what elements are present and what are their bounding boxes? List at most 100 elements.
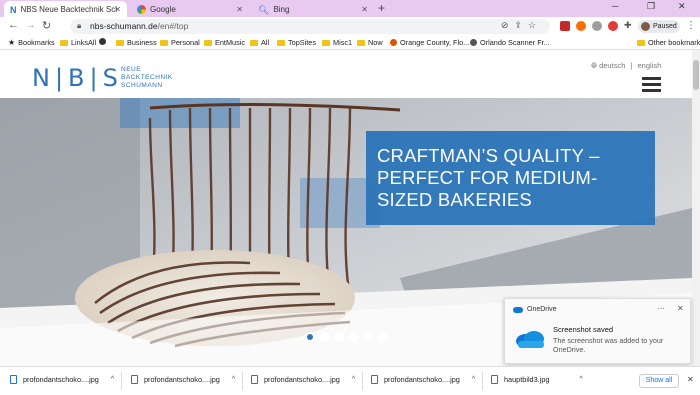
image-file-icon (10, 375, 17, 384)
headline-box: CRAFTMAN’S QUALITY – PERFECT FOR MEDIUM-… (366, 131, 655, 225)
profile-button[interactable]: Paused (638, 20, 680, 33)
download-item[interactable]: profondantschoko....jpg ^ (131, 375, 235, 384)
bookmark-item[interactable] (99, 38, 109, 45)
site-header: N | B | S NEUE BACKTECHNIK SCHUMANN 🌐︎ deuts… (0, 50, 700, 98)
tab-bing[interactable]: 🔍︎ Bing ✕ (252, 1, 374, 17)
tab-title: Google (150, 4, 176, 14)
bookmark-item[interactable]: Orlando Scanner Fr... (470, 38, 550, 47)
star-icon: ★ (8, 38, 16, 47)
hamburger-menu-icon[interactable] (642, 77, 661, 92)
tab-strip: N NBS Neue Backtechnik Schumann ✕ Google… (0, 0, 700, 17)
globe-icon (99, 38, 106, 45)
tab-close-icon[interactable]: ✕ (236, 5, 243, 14)
tab-close-icon[interactable]: ✕ (361, 5, 368, 14)
image-file-icon (251, 375, 258, 384)
avatar (641, 22, 650, 31)
toast-body: The screenshot was added to your OneDriv… (553, 336, 664, 354)
forward-icon[interactable]: → (25, 19, 36, 31)
bookmark-item[interactable]: EntMusic (204, 38, 245, 47)
more-options-icon[interactable]: ··· (657, 304, 665, 313)
divider (482, 372, 483, 390)
lang-deutsch-link[interactable]: deutsch (599, 61, 625, 70)
tab-nbs[interactable]: N NBS Neue Backtechnik Schumann ✕ (4, 1, 127, 17)
lock-icon[interactable]: 🔒︎ (77, 21, 81, 31)
bookmark-item[interactable]: Business (116, 38, 157, 47)
download-item[interactable]: hauptbild3.jpg ^ (491, 375, 583, 384)
toast-app-name: OneDrive (527, 306, 557, 313)
folder-icon (277, 39, 285, 46)
download-item[interactable]: profondantschoko....jpg ^ (371, 375, 475, 384)
folder-icon (637, 39, 645, 46)
onedrive-notification[interactable]: OneDrive ··· ✕ Screenshot saved The scre… (504, 298, 691, 364)
chevron-up-icon[interactable]: ^ (232, 376, 235, 383)
folder-icon (250, 39, 258, 46)
shelf-close-icon[interactable]: ✕ (687, 375, 694, 384)
extension-orange-icon[interactable] (576, 21, 586, 31)
slider-dots (305, 332, 392, 342)
extension-gray-icon[interactable] (592, 21, 602, 31)
bookmark-item[interactable]: Other bookmarks (637, 38, 700, 47)
slider-dot[interactable] (334, 332, 344, 342)
language-switcher: 🌐︎ deutsch | english (591, 61, 661, 71)
download-item[interactable]: profondantschoko....jpg ^ (10, 375, 114, 384)
maximize-icon[interactable]: ❐ (647, 1, 655, 12)
new-tab-button[interactable]: + (378, 1, 385, 15)
bookmark-item[interactable]: All (250, 38, 269, 47)
bookmark-item[interactable]: LinksAll (60, 38, 96, 47)
bookmark-item[interactable]: ★ Bookmarks (8, 38, 55, 47)
image-file-icon (371, 375, 378, 384)
browser-toolbar: ← → ↻ 🔒︎ nbs-schumann.de/en#/top ⊘⇪☆ ✚ P… (0, 17, 700, 36)
divider (242, 372, 243, 390)
chevron-up-icon[interactable]: ^ (111, 376, 114, 383)
slider-dot[interactable] (348, 332, 359, 342)
download-shelf: profondantschoko....jpg ^ profondantscho… (0, 366, 700, 395)
tab-close-icon[interactable]: ✕ (114, 5, 121, 14)
slider-dot[interactable] (363, 332, 373, 342)
folder-icon (160, 39, 168, 46)
url-text[interactable]: nbs-schumann.de/en#/top (90, 21, 188, 31)
slider-dot[interactable] (305, 332, 315, 342)
scrollbar-thumb[interactable] (693, 60, 699, 90)
toast-close-icon[interactable]: ✕ (677, 304, 684, 313)
tab-title: Bing (273, 4, 290, 14)
scanner-icon (470, 39, 477, 46)
bookmark-item[interactable]: Misc1 (322, 38, 352, 47)
bookmark-item[interactable]: TopSites (277, 38, 316, 47)
omnibox-action-icons[interactable]: ⊘⇪☆ (501, 20, 542, 31)
extension-red-icon[interactable] (560, 21, 570, 31)
chevron-up-icon[interactable]: ^ (472, 376, 475, 383)
onedrive-cloud-icon (516, 331, 544, 348)
folder-icon (322, 39, 330, 46)
download-item[interactable]: profondantschoko....jpg ^ (251, 375, 355, 384)
folder-icon (204, 39, 212, 46)
bookmark-item[interactable]: Personal (160, 38, 200, 47)
bookmark-item[interactable]: Now (357, 38, 383, 47)
chevron-up-icon[interactable]: ^ (579, 376, 582, 383)
slider-dot[interactable] (319, 332, 330, 342)
page-scrollbar[interactable] (692, 50, 700, 366)
lang-english-link[interactable]: english (638, 61, 662, 70)
menu-kebab-icon[interactable]: ⋮ (686, 20, 696, 31)
profile-status: Paused (653, 23, 677, 30)
address-bar[interactable]: 🔒︎ nbs-schumann.de/en#/top ⊘⇪☆ (70, 19, 550, 34)
site-icon (390, 39, 397, 46)
toast-header: OneDrive (513, 306, 557, 313)
toast-title: Screenshot saved (553, 325, 614, 334)
image-file-icon (131, 375, 138, 384)
onedrive-small-icon (513, 306, 523, 313)
reload-icon[interactable]: ↻ (42, 19, 51, 32)
minimize-icon[interactable]: ─ (612, 1, 618, 11)
nbs-logo[interactable]: N | B | S (32, 64, 120, 92)
slider-dot[interactable] (377, 332, 388, 342)
extension-shield-icon[interactable] (608, 21, 618, 31)
window-close-icon[interactable]: ✕ (678, 1, 686, 12)
folder-icon (357, 39, 365, 46)
show-all-button[interactable]: Show all (639, 374, 679, 388)
divider (362, 372, 363, 390)
puzzle-icon[interactable]: ✚ (624, 20, 632, 31)
bookmark-item[interactable]: Orange County, Flo... (390, 38, 469, 47)
globe-icon: 🌐︎ (591, 61, 597, 70)
chevron-up-icon[interactable]: ^ (352, 376, 355, 383)
tab-google[interactable]: Google ✕ (131, 1, 249, 17)
back-icon[interactable]: ← (8, 19, 19, 31)
